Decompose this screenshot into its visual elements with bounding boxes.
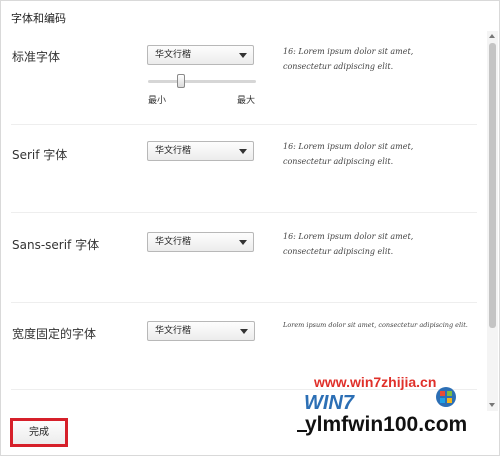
standard-font-label: 标准字体 — [12, 50, 61, 64]
done-button[interactable]: 完成 — [10, 418, 68, 447]
standard-font-select[interactable]: 华文行楷 — [147, 45, 254, 65]
font-size-slider-thumb[interactable] — [177, 74, 185, 88]
watermark-url-bottom: ylmfwin100.com — [305, 413, 468, 436]
scroll-up-arrow-icon[interactable] — [489, 34, 495, 38]
fixed-width-font-select[interactable]: 华文行楷 — [147, 321, 255, 341]
fixed-width-font-sample: Lorem ipsum dolor sit amet, consectetur … — [283, 321, 468, 329]
divider — [11, 124, 477, 125]
watermark-brand: WIN7 — [304, 392, 354, 414]
windows-logo-icon — [436, 387, 456, 407]
fixed-width-font-label: 宽度固定的字体 — [12, 327, 97, 341]
chevron-down-icon — [239, 149, 247, 154]
sans-serif-font-select[interactable]: 华文行楷 — [147, 232, 254, 252]
watermark-url-top: www.win7zhijia.cn — [314, 374, 437, 390]
sans-serif-font-value: 华文行楷 — [155, 237, 192, 247]
serif-font-select[interactable]: 华文行楷 — [147, 141, 254, 161]
font-size-slider-track[interactable] — [148, 80, 256, 83]
slider-max-label: 最大 — [237, 96, 256, 106]
standard-font-sample: 16: Lorem ipsum dolor sit amet, consecte… — [283, 47, 414, 71]
fixed-width-font-value: 华文行楷 — [155, 326, 192, 336]
chevron-down-icon — [239, 53, 247, 58]
scroll-down-arrow-icon[interactable] — [489, 403, 495, 407]
chevron-down-icon — [240, 329, 248, 334]
slider-min-label: 最小 — [148, 96, 167, 106]
sans-serif-font-label: Sans-serif 字体 — [12, 238, 100, 252]
scrollbar-thumb[interactable] — [489, 43, 496, 328]
settings-content: 标准字体 华文行楷 最小 最大 16: Lorem ipsum dolor si… — [1, 31, 487, 409]
vertical-scrollbar[interactable] — [487, 31, 498, 411]
divider — [11, 212, 477, 213]
dialog-title: 字体和编码 — [11, 12, 66, 25]
standard-font-value: 华文行楷 — [155, 50, 192, 60]
divider — [11, 302, 477, 303]
serif-font-sample: 16: Lorem ipsum dolor sit amet, consecte… — [283, 142, 414, 166]
serif-font-label: Serif 字体 — [12, 148, 68, 162]
chevron-down-icon — [239, 240, 247, 245]
sans-serif-font-sample: 16: Lorem ipsum dolor sit amet, consecte… — [283, 232, 414, 256]
serif-font-value: 华文行楷 — [155, 146, 192, 156]
